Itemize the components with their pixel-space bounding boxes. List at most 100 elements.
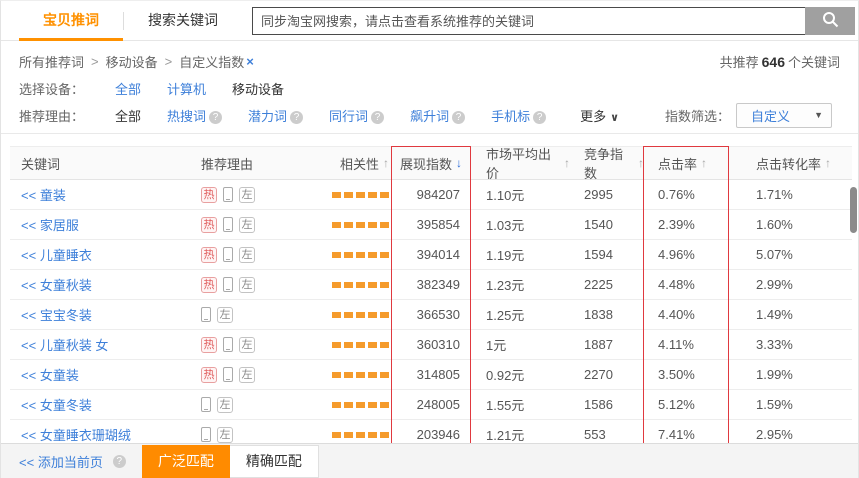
table-header-row: 关键词 推荐理由 相关性↑ 展现指数↓ 市场平均出价↑ 竞争指数↑ 点击率↑ 点… — [10, 146, 852, 180]
left-tag-icon: 左 — [239, 247, 255, 263]
reason-option-hot-search[interactable]: 热搜词? — [167, 106, 222, 125]
help-icon[interactable]: ? — [452, 111, 465, 124]
ctr-value: 5.12% — [644, 397, 728, 412]
scrollbar-thumb[interactable] — [850, 187, 857, 233]
help-icon[interactable]: ? — [533, 111, 546, 124]
mobile-icon — [223, 217, 233, 232]
sort-up-icon: ↑ — [825, 156, 831, 170]
reason-filter-label: 推荐理由： — [19, 106, 115, 125]
table-row: << 女童冬装 左 248005 1.55元 1586 5.12% 1.59% — [10, 390, 852, 420]
breadcrumb-all-words[interactable]: 所有推荐词 — [19, 52, 84, 71]
reason-option-mobile-tag[interactable]: 手机标? — [491, 106, 546, 125]
device-option-pc[interactable]: 计算机 — [167, 79, 206, 98]
relevance-bars — [332, 192, 389, 198]
keyword-link[interactable]: << 童装 — [21, 185, 66, 204]
reason-option-rising[interactable]: 飙升词? — [410, 106, 465, 125]
keyword-count-summary: 共推荐646个关键词 — [720, 52, 840, 71]
summary-suffix: 个关键词 — [788, 55, 840, 70]
keyword-tool-panel: 宝贝推词 搜索关键词 所有推荐词 > 移动设备 > 自定义指数 × 共推荐646… — [0, 0, 859, 478]
breadcrumb: 所有推荐词 > 移动设备 > 自定义指数 × 共推荐646个关键词 — [19, 51, 840, 71]
chevron-down-icon: ∨ — [610, 112, 619, 124]
more-filters-toggle[interactable]: 更多∨ — [580, 106, 619, 125]
display-index-value: 394014 — [392, 247, 470, 262]
competition-value: 1586 — [570, 397, 644, 412]
display-index-value: 248005 — [392, 397, 470, 412]
help-icon[interactable]: ? — [290, 111, 303, 124]
display-index-value: 360310 — [392, 337, 470, 352]
left-tag-icon: 左 — [239, 277, 255, 293]
left-tag-icon: 左 — [217, 427, 233, 443]
reason-option-potential[interactable]: 潜力词? — [248, 106, 303, 125]
cvr-value: 1.99% — [728, 367, 852, 382]
ctr-value: 4.96% — [644, 247, 728, 262]
keyword-link[interactable]: << 家居服 — [21, 215, 79, 234]
bottom-action-bar: << 添加当前页 ? 广泛匹配 精确匹配 — [1, 443, 858, 478]
cvr-value: 3.33% — [728, 337, 852, 352]
mobile-icon — [223, 277, 233, 292]
tab-search-keywords[interactable]: 搜索关键词 — [124, 1, 242, 41]
keyword-link[interactable]: << 宝宝冬装 — [21, 305, 92, 324]
search-bar — [252, 7, 855, 35]
avg-price-value: 1.25元 — [470, 305, 570, 324]
keyword-count: 646 — [762, 54, 785, 70]
index-filter-dropdown[interactable]: 自定义 ▼ — [736, 103, 832, 128]
relevance-bars — [332, 432, 389, 438]
display-index-value: 984207 — [392, 187, 470, 202]
avg-price-value: 1.55元 — [470, 395, 570, 414]
table-row: << 女童秋装 热左 382349 1.23元 2225 4.48% 2.99% — [10, 270, 852, 300]
breadcrumb-mobile-device[interactable]: 移动设备 — [106, 52, 158, 71]
hot-tag-icon: 热 — [201, 217, 217, 233]
left-tag-icon: 左 — [217, 307, 233, 323]
keyword-search-input[interactable] — [252, 7, 805, 35]
cvr-value: 2.95% — [728, 427, 852, 442]
relevance-bars — [332, 252, 389, 258]
ctr-value: 3.50% — [644, 367, 728, 382]
help-icon[interactable]: ? — [209, 111, 222, 124]
column-header-keyword: 关键词 — [10, 147, 190, 179]
summary-prefix: 共推荐 — [720, 55, 759, 70]
device-option-all[interactable]: 全部 — [115, 79, 141, 98]
hot-tag-icon: 热 — [201, 187, 217, 203]
help-icon[interactable]: ? — [371, 111, 384, 124]
device-option-mobile[interactable]: 移动设备 — [232, 79, 284, 98]
column-header-competition[interactable]: 竞争指数↑ — [570, 147, 644, 179]
keyword-link[interactable]: << 女童装 — [21, 365, 79, 384]
keyword-link[interactable]: << 女童睡衣珊瑚绒 — [21, 425, 131, 443]
reason-option-peer[interactable]: 同行词? — [329, 106, 384, 125]
column-header-display-index[interactable]: 展现指数↓ — [392, 147, 470, 179]
remove-filter-icon[interactable]: × — [246, 54, 254, 69]
display-index-value: 395854 — [392, 217, 470, 232]
help-icon[interactable]: ? — [113, 455, 126, 468]
competition-value: 2995 — [570, 187, 644, 202]
broad-match-button[interactable]: 广泛匹配 — [142, 445, 230, 478]
competition-value: 1540 — [570, 217, 644, 232]
table-row: << 女童睡衣珊瑚绒 左 203946 1.21元 553 7.41% 2.95… — [10, 420, 852, 443]
index-filter-label: 指数筛选： — [665, 106, 730, 125]
mobile-icon — [201, 307, 211, 322]
keyword-link[interactable]: << 儿童睡衣 — [21, 245, 92, 264]
keyword-link[interactable]: << 女童冬装 — [21, 395, 92, 414]
column-header-relevance[interactable]: 相关性↑ — [310, 147, 392, 179]
competition-value: 1887 — [570, 337, 644, 352]
keyword-table: 关键词 推荐理由 相关性↑ 展现指数↓ 市场平均出价↑ 竞争指数↑ 点击率↑ 点… — [1, 133, 858, 443]
column-header-cvr[interactable]: 点击转化率↑ — [728, 147, 852, 179]
reason-option-all[interactable]: 全部 — [115, 106, 141, 125]
column-header-ctr[interactable]: 点击率↑ — [644, 147, 728, 179]
reason-filter-row: 推荐理由： 全部 热搜词? 潜力词? 同行词? 飙升词? 手机标? 更多∨ 指数… — [19, 103, 840, 127]
search-button[interactable] — [805, 7, 855, 35]
hot-tag-icon: 热 — [201, 247, 217, 263]
keyword-link[interactable]: << 女童秋装 — [21, 275, 92, 294]
competition-value: 1838 — [570, 307, 644, 322]
sort-up-icon: ↑ — [701, 156, 707, 170]
competition-value: 1594 — [570, 247, 644, 262]
relevance-bars — [332, 402, 389, 408]
table-row: << 家居服 热左 395854 1.03元 1540 2.39% 1.60% — [10, 210, 852, 240]
column-header-avg-price[interactable]: 市场平均出价↑ — [470, 147, 570, 179]
device-filter-label: 选择设备： — [19, 79, 115, 98]
exact-match-button[interactable]: 精确匹配 — [230, 445, 319, 478]
ctr-value: 4.48% — [644, 277, 728, 292]
keyword-link[interactable]: << 儿童秋装 女 — [21, 335, 108, 354]
add-current-page-link[interactable]: << 添加当前页 — [19, 452, 103, 471]
tab-item-promote[interactable]: 宝贝推词 — [19, 1, 123, 41]
top-tab-bar: 宝贝推词 搜索关键词 — [1, 1, 858, 41]
